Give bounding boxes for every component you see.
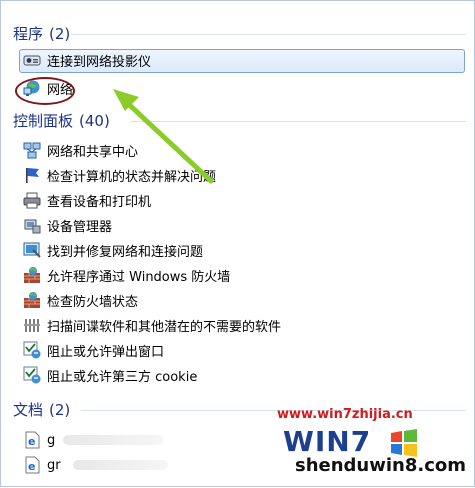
watermark-logo-text: WIN7 (283, 425, 372, 458)
windows-logo-icon (391, 429, 417, 457)
watermark-site: shenduwin8.com (295, 455, 467, 476)
watermark-url: www.win7zhijia.cn (277, 407, 413, 422)
search-results-panel: 程序 (2) 连接到网络投影仪 网络 控制面板 (40) 网络和共享中心 检查计算机… (0, 0, 475, 487)
